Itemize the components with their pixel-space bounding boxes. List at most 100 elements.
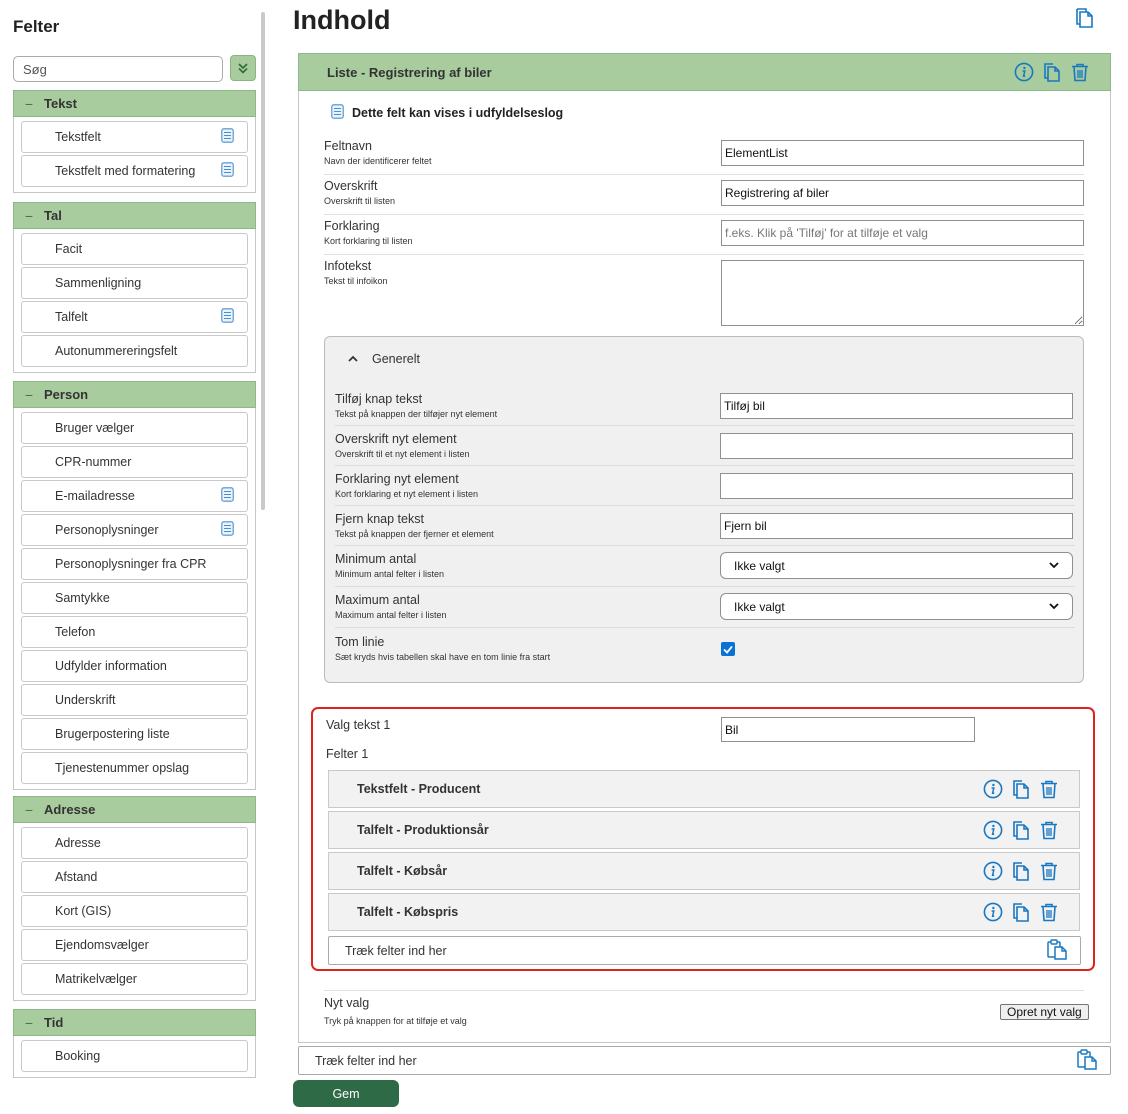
copy-icon[interactable] bbox=[1011, 820, 1031, 841]
choice-label: Valg tekst 1 bbox=[326, 718, 391, 732]
sidebar-scrollbar[interactable] bbox=[261, 12, 265, 510]
field-type-item[interactable]: Brugerpostering liste bbox=[21, 718, 248, 750]
log-list-icon bbox=[221, 128, 234, 146]
forklaring-sub: Kort forklaring til listen bbox=[324, 236, 413, 246]
field-row-feltnavn: Feltnavn Navn der identificerer feltet bbox=[324, 136, 1084, 175]
copy-icon[interactable] bbox=[1011, 779, 1031, 800]
copy-icon[interactable] bbox=[1073, 7, 1095, 34]
save-button[interactable]: Gem bbox=[293, 1080, 399, 1107]
group-header[interactable]: − Tal bbox=[13, 202, 256, 229]
field-type-item[interactable]: Personoplysninger bbox=[21, 514, 248, 546]
sub-field-tools bbox=[983, 779, 1059, 800]
general-row-minimum: Minimum antal Minimum antal felter i lis… bbox=[335, 549, 1075, 587]
tom-linie-checkbox[interactable] bbox=[721, 642, 735, 656]
sub-field-item[interactable]: Talfelt - Købsår bbox=[328, 852, 1080, 890]
field-type-label: Booking bbox=[55, 1049, 101, 1063]
group-header[interactable]: − Person bbox=[13, 381, 256, 408]
log-notice: Dette felt kan vises i udfyldelseslog bbox=[331, 104, 563, 122]
maximum-select[interactable]: Ikke valgt bbox=[720, 593, 1073, 620]
infotekst-textarea[interactable] bbox=[721, 260, 1084, 326]
choice-drop-label: Træk felter ind her bbox=[345, 943, 447, 958]
list-header[interactable]: Liste - Registrering af biler bbox=[298, 53, 1111, 91]
field-type-item[interactable]: Kort (GIS) bbox=[21, 895, 248, 927]
copy-icon[interactable] bbox=[1011, 902, 1031, 923]
field-type-item[interactable]: Matrikelvælger bbox=[21, 963, 248, 995]
sub-field-item[interactable]: Tekstfelt - Producent bbox=[328, 770, 1080, 808]
field-type-item[interactable]: Adresse bbox=[21, 827, 248, 859]
general-row-forklaring-nyt: Forklaring nyt element Kort forklaring e… bbox=[335, 469, 1075, 506]
trash-icon[interactable] bbox=[1039, 861, 1059, 882]
group-header[interactable]: − Adresse bbox=[13, 796, 256, 823]
overskrift-nyt-input[interactable] bbox=[720, 433, 1073, 459]
general-toggle[interactable]: Generelt bbox=[348, 352, 420, 366]
trash-icon[interactable] bbox=[1039, 902, 1059, 923]
main-drop-zone[interactable]: Træk felter ind her bbox=[298, 1046, 1111, 1075]
trash-icon[interactable] bbox=[1070, 62, 1090, 83]
fjern-sub: Tekst på knappen der fjerner et element bbox=[335, 529, 494, 539]
field-type-item[interactable]: Personoplysninger fra CPR bbox=[21, 548, 248, 580]
info-icon[interactable] bbox=[983, 902, 1003, 922]
field-type-item[interactable]: Afstand bbox=[21, 861, 248, 893]
field-type-item[interactable]: Bruger vælger bbox=[21, 412, 248, 444]
log-list-icon bbox=[331, 104, 344, 122]
clear-search-button[interactable] bbox=[230, 55, 256, 81]
maximum-value: Ikke valgt bbox=[734, 599, 785, 614]
double-chevron-down-icon bbox=[238, 63, 248, 74]
field-row-forklaring: Forklaring Kort forklaring til listen bbox=[324, 216, 1084, 255]
sub-field-title: Talfelt - Købsår bbox=[357, 864, 448, 878]
field-type-item[interactable]: Facit bbox=[21, 233, 248, 265]
create-choice-button[interactable]: Opret nyt valg bbox=[1000, 1004, 1089, 1020]
group-header[interactable]: − Tekst bbox=[13, 90, 256, 117]
field-type-item[interactable]: Sammenligning bbox=[21, 267, 248, 299]
fjern-input[interactable] bbox=[720, 513, 1073, 539]
field-type-item[interactable]: Udfylder information bbox=[21, 650, 248, 682]
field-type-item[interactable]: Booking bbox=[21, 1040, 248, 1072]
chevron-down-icon bbox=[1049, 562, 1059, 569]
field-type-item[interactable]: Tekstfelt med formatering bbox=[21, 155, 248, 187]
sub-field-item[interactable]: Talfelt - Købspris bbox=[328, 893, 1080, 931]
info-icon[interactable] bbox=[1014, 62, 1034, 82]
group-label: Tekst bbox=[44, 96, 77, 111]
field-type-item[interactable]: Samtykke bbox=[21, 582, 248, 614]
group-items: Tekstfelt Tekstfelt med formatering bbox=[14, 117, 255, 192]
list-tools bbox=[1014, 62, 1090, 83]
overskrift-input[interactable] bbox=[721, 180, 1084, 206]
forklaring-input[interactable] bbox=[721, 220, 1084, 246]
field-group: − Person Bruger vælger CPR-nummer E-mailadre… bbox=[13, 381, 256, 790]
chevron-down-icon bbox=[1049, 603, 1059, 610]
field-type-item[interactable]: Tekstfelt bbox=[21, 121, 248, 153]
field-type-item[interactable]: E-mailadresse bbox=[21, 480, 248, 512]
choice-input[interactable] bbox=[721, 717, 975, 742]
tilfoej-input[interactable] bbox=[720, 393, 1073, 419]
minimum-select[interactable]: Ikke valgt bbox=[720, 552, 1073, 579]
info-icon[interactable] bbox=[983, 861, 1003, 881]
general-row-fjern: Fjern knap tekst Tekst på knappen der fj… bbox=[335, 509, 1075, 546]
group-label: Tid bbox=[44, 1015, 64, 1030]
field-type-item[interactable]: Ejendomsvælger bbox=[21, 929, 248, 961]
forklaring-nyt-input[interactable] bbox=[720, 473, 1073, 499]
field-type-item[interactable]: Talfelt bbox=[21, 301, 248, 333]
copy-icon[interactable] bbox=[1011, 861, 1031, 882]
field-type-item[interactable]: Underskrift bbox=[21, 684, 248, 716]
info-icon[interactable] bbox=[983, 779, 1003, 799]
trash-icon[interactable] bbox=[1039, 779, 1059, 800]
field-type-label: Autonummereringsfelt bbox=[55, 344, 178, 358]
trash-icon[interactable] bbox=[1039, 820, 1059, 841]
field-type-item[interactable]: Tjenestenummer opslag bbox=[21, 752, 248, 784]
info-icon[interactable] bbox=[983, 820, 1003, 840]
maximum-label: Maximum antal bbox=[335, 593, 420, 607]
field-type-label: Tjenestenummer opslag bbox=[55, 761, 190, 775]
copy-icon[interactable] bbox=[1042, 62, 1062, 83]
choice-drop-zone[interactable]: Træk felter ind her bbox=[328, 936, 1081, 965]
group-header[interactable]: − Tid bbox=[13, 1009, 256, 1036]
field-type-item[interactable]: Telefon bbox=[21, 616, 248, 648]
field-type-item[interactable]: Autonummereringsfelt bbox=[21, 335, 248, 367]
main-drop-label: Træk felter ind her bbox=[315, 1053, 417, 1068]
sub-field-item[interactable]: Talfelt - Produktionsår bbox=[328, 811, 1080, 849]
feltnavn-input[interactable] bbox=[721, 140, 1084, 166]
field-group: − Adresse Adresse Afstand Kort (GIS) Ejendoms… bbox=[13, 796, 256, 1001]
new-choice-row: Nyt valg Tryk på knappen for at tilføje … bbox=[324, 990, 1084, 1032]
collapse-minus-icon: − bbox=[24, 386, 34, 403]
search-input[interactable] bbox=[13, 56, 223, 82]
field-type-item[interactable]: CPR-nummer bbox=[21, 446, 248, 478]
